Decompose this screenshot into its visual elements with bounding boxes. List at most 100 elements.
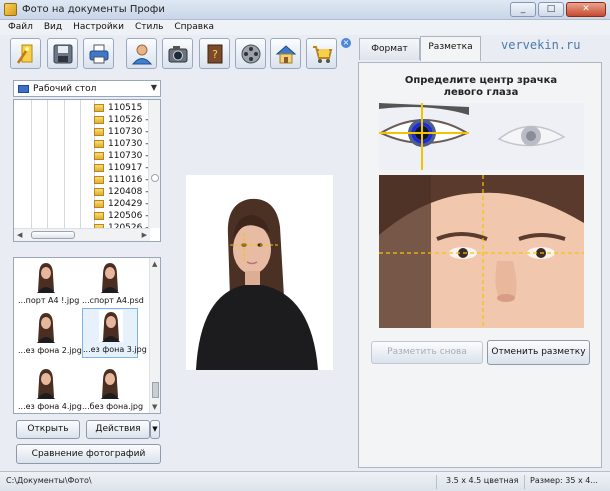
tree-item[interactable]: 120408 - [94,186,154,198]
actions-button[interactable]: Действия [86,420,150,439]
shopping-cart-icon [313,46,333,63]
folder-icon [94,128,104,136]
markup-panel: Определите центр зрачка левого глаза Раз… [358,62,602,468]
video-button[interactable] [235,38,266,69]
toolbar: ? × [0,35,356,72]
status-format: 3.5 x 4.5 цветная [446,476,519,485]
folder-icon [94,140,104,148]
scroll-left-icon[interactable]: ◀ [17,231,22,239]
folder-icon [94,164,104,172]
title-bar: Фото на документы Профи _ □ ✕ [0,0,610,20]
help-button[interactable]: ? [199,38,230,69]
thumbnail-item-selected[interactable]: ...ез фона 3.jpg [82,308,147,358]
print-button[interactable] [83,38,114,69]
tree-horizontal-scrollbar[interactable]: ◀ ▶ [14,228,150,241]
compare-photos-button[interactable]: Сравнение фотографий [16,444,161,464]
house-icon [275,45,297,64]
scroll-thumb[interactable] [31,231,75,239]
help-book-icon: ? [207,44,223,64]
menu-style[interactable]: Стиль [135,20,163,35]
cancel-markup-button[interactable]: Отменить разметку [487,340,590,365]
folder-icon [94,212,104,220]
eye-zoom-preview [379,103,584,170]
folder-tree: 110515 110526 - 110730 - 110730 - 110730… [13,99,161,242]
tab-markup[interactable]: Разметка [420,36,481,61]
eye-image [379,103,584,170]
thumbnail-image [34,261,58,293]
menu-settings[interactable]: Настройки [73,20,124,35]
menu-help[interactable]: Справка [174,20,214,35]
svg-text:?: ? [212,48,218,61]
thumbnail-item[interactable]: ...порт А4 !.jpg [18,260,79,308]
save-icon [53,44,73,64]
folder-select-value: Рабочий стол [33,84,97,94]
thumbnail-image [98,261,122,293]
camera-button[interactable] [162,38,193,69]
tree-item[interactable]: 120506 - [94,210,154,222]
tree-item[interactable]: 120429 - [94,198,154,210]
actions-dropdown-icon[interactable]: ▼ [150,420,160,439]
thumbnail-item[interactable]: ...ез фона 2.jpg [18,310,82,358]
film-reel-icon [241,44,261,64]
folder-icon [94,188,104,196]
tree-vertical-scrollbar[interactable] [148,100,160,228]
thumbnails-vertical-scrollbar[interactable]: ▲ ▼ [149,258,160,413]
save-button[interactable] [47,38,78,69]
tree-item[interactable]: 110730 - [94,150,154,162]
tree-item[interactable]: 110526 - [94,114,154,126]
thumbnail-image [99,310,123,342]
desktop-icon [18,85,29,93]
status-path: C:\Документы\Фото\ [6,476,92,485]
wizard-button[interactable] [10,38,41,69]
maximize-button[interactable]: □ [538,2,564,17]
printer-icon [89,44,109,64]
scroll-up-icon[interactable]: ▲ [152,260,157,268]
open-button[interactable]: Открыть [16,420,80,439]
minimize-button[interactable]: _ [510,2,536,17]
tab-format[interactable]: Формат [359,38,420,60]
window-title: Фото на документы Профи [22,4,165,15]
mark-again-button[interactable]: Разметить снова [371,341,483,364]
folder-select[interactable]: Рабочий стол ▼ [13,80,161,97]
camera-icon [168,46,188,63]
thumbnail-item[interactable]: ...без фона.jpg [82,366,143,413]
face-zoom-preview [379,175,584,328]
scroll-down-icon[interactable]: ▼ [152,403,157,411]
scroll-thumb[interactable] [151,174,159,182]
left-panel: Рабочий стол ▼ 110515 110526 - 110730 - … [10,76,166,469]
status-size: Размер: 35 x 4... [530,476,598,485]
face-closeup-image [379,175,584,328]
thumbnail-list: ...порт А4 !.jpg ...спорт А4.psd ...ез ф… [13,257,161,414]
tree-item[interactable]: 110515 [94,102,154,114]
thumbnail-item[interactable]: ...ез фона 4.jpg [18,366,82,413]
tree-item[interactable]: 110730 - [94,138,154,150]
folder-icon [94,116,104,124]
toolbar-close-icon[interactable]: × [341,38,351,48]
folder-icon [94,176,104,184]
menu-view[interactable]: Вид [44,20,62,35]
thumbnail-item[interactable]: ...спорт А4.psd [82,260,144,308]
photo-preview[interactable] [186,175,333,370]
tree-item[interactable]: 110917 - [94,162,154,174]
instruction-line-2: левого глаза [443,87,519,98]
user-button[interactable] [126,38,157,69]
tree-item[interactable]: 110730 - [94,126,154,138]
instruction-text: Определите центр зрачка левого глаза [359,75,603,99]
shop-button[interactable] [306,38,337,69]
user-icon [131,44,153,65]
folder-icon [94,200,104,208]
home-button[interactable] [270,38,301,69]
scroll-right-icon[interactable]: ▶ [142,231,147,239]
status-bar: C:\Документы\Фото\ 3.5 x 4.5 цветная Раз… [0,471,610,491]
wizard-icon [16,44,33,64]
app-icon [4,3,17,16]
scroll-thumb[interactable] [152,382,159,398]
thumbnail-image [34,367,58,399]
portrait-image [186,175,333,370]
instruction-line-1: Определите центр зрачка [404,75,558,86]
menu-bar: Файл Вид Настройки Стиль Справка [0,20,610,35]
menu-file[interactable]: Файл [8,20,33,35]
tree-item[interactable]: 111016 - [94,174,154,186]
close-button[interactable]: ✕ [566,2,606,17]
folder-icon [94,104,104,112]
